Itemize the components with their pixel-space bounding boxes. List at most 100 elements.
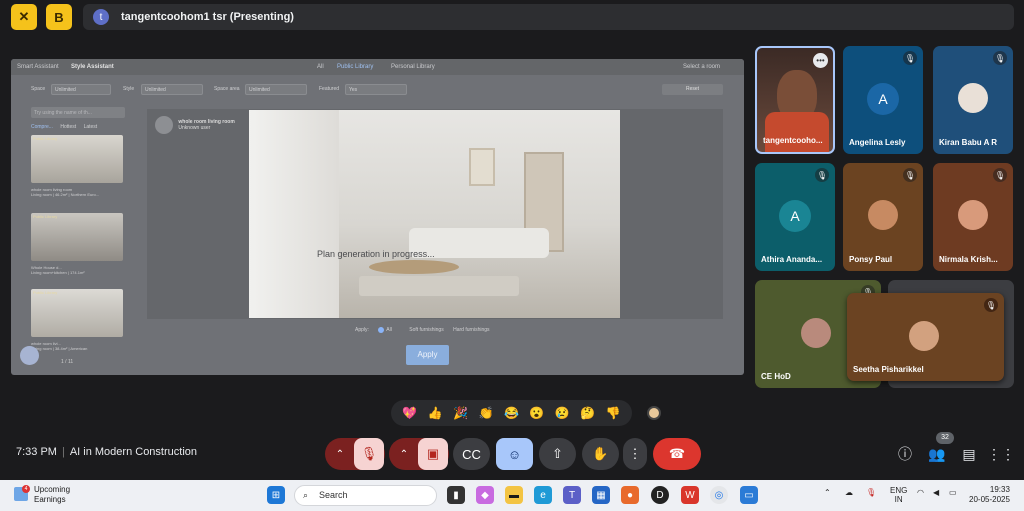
participant-tile-presenter[interactable]: ••• tangentcooho... <box>755 46 835 154</box>
more-vert-icon: ⋮ <box>628 446 642 461</box>
reaction-party[interactable]: 🎉 <box>453 406 468 420</box>
start-icon[interactable]: ⊞ <box>267 486 285 504</box>
wifi-icon[interactable]: ◠ <box>917 488 924 497</box>
leave-call-button[interactable]: ☎ <box>653 438 701 470</box>
participant-avatar: A <box>867 83 899 115</box>
weather-widget[interactable]: 4 Upcoming Earnings <box>14 485 70 505</box>
hand-icon: ✋ <box>592 446 609 461</box>
participant-avatar <box>868 200 898 230</box>
reaction-thinking[interactable]: 🤔 <box>580 406 595 420</box>
sort-options: Compre... Hottest Latest <box>31 124 103 130</box>
style-label: Style <box>123 86 135 92</box>
people-count-badge: 32 <box>936 432 954 444</box>
widget-subtitle: Earnings <box>34 495 66 504</box>
system-clock[interactable]: 19:33 20-05-2025 <box>969 485 1010 505</box>
store-icon[interactable]: ▦ <box>592 486 610 504</box>
reaction-surprised[interactable]: 😮 <box>529 406 544 420</box>
file-explorer-icon[interactable]: ▬ <box>505 486 523 504</box>
presenter-avatar: t <box>93 9 109 25</box>
reaction-sad[interactable]: 😢 <box>555 406 570 420</box>
people-icon[interactable]: 👥 <box>927 444 947 464</box>
reset-button: Reset <box>662 84 723 95</box>
more-options-icon[interactable]: ••• <box>813 53 828 68</box>
presenter-shirt <box>765 112 829 152</box>
participant-name: tangentcooho... <box>763 136 823 145</box>
more-options-button[interactable]: ⋮ <box>623 438 647 470</box>
participant-tile[interactable]: 🎙 Nirmala Krish... <box>933 163 1013 271</box>
emoji-icon: ☺ <box>507 446 522 462</box>
mic-off-icon: 🎙 <box>903 168 917 182</box>
mic-options-chevron-icon[interactable]: ⌃ <box>326 449 354 460</box>
info-icon[interactable]: ⓘ <box>895 444 915 464</box>
microphone-icon[interactable]: 🎙 <box>866 488 876 497</box>
participant-tile[interactable]: 🎙 A Angelina Lesly <box>843 46 923 154</box>
copilot-icon[interactable]: ◆ <box>476 486 494 504</box>
edge-icon[interactable]: e <box>534 486 552 504</box>
thumb-tag: Public Library <box>33 214 58 219</box>
mic-off-icon: 🎙 <box>815 168 829 182</box>
participant-tile[interactable]: 🎙 Kiran Babu A R <box>933 46 1013 154</box>
author-avatar-icon <box>155 116 173 134</box>
area-label: Space area <box>214 86 240 92</box>
cloud-icon[interactable]: ☁ <box>845 488 853 497</box>
participant-avatar <box>909 321 939 351</box>
camera-options-chevron-icon[interactable]: ⌃ <box>390 449 418 460</box>
taskbar-search[interactable]: ⌕ Search <box>294 485 437 506</box>
task-view-icon[interactable]: ▮ <box>447 486 465 504</box>
activities-icon[interactable]: ⋮⋮ <box>987 444 1015 464</box>
widget-badge: 4 <box>22 485 30 493</box>
camera-off-icon[interactable]: ✕ <box>11 4 37 30</box>
filter-row: Space Unlimited Style Unlimited Space ar… <box>11 81 744 97</box>
participant-avatar: A <box>779 200 811 232</box>
assistant-icon <box>20 346 39 365</box>
apply-soft-option: Soft furnishings <box>409 327 444 334</box>
participant-tile-floating[interactable]: 🎙 Seetha Pisharikkel <box>847 293 1004 381</box>
space-label: Space <box>31 86 46 92</box>
screen-header: Smart Assistant Style Assistant All Publ… <box>11 59 744 75</box>
mic-off-button[interactable]: 🎙 <box>354 438 384 470</box>
firefox-icon[interactable]: ● <box>621 486 639 504</box>
reaction-laugh[interactable]: 😂 <box>504 406 519 420</box>
show-hidden-icons-icon[interactable]: ⌃ <box>824 488 831 497</box>
remote-desktop-icon[interactable]: ▭ <box>740 486 758 504</box>
featured-select: Yes <box>345 84 407 95</box>
apply-label: Apply: <box>355 327 369 334</box>
present-button[interactable]: ⇧ <box>539 438 576 470</box>
reaction-thumbs-down[interactable]: 👎 <box>606 406 621 420</box>
captions-button[interactable]: CC <box>453 438 490 470</box>
design-search: Try using the name of th... <box>31 107 125 118</box>
reactions-bar: 💖 👍 🎉 👏 😂 😮 😢 🤔 👎 <box>391 400 632 426</box>
pagination: 1 / 11 <box>61 359 74 365</box>
dell-icon[interactable]: D <box>651 486 669 504</box>
sort-latest: Latest <box>83 124 98 130</box>
participant-name: Nirmala Krish... <box>939 255 998 264</box>
progress-text: Plan generation in progress... <box>317 249 435 259</box>
volume-icon[interactable]: ◀ <box>933 488 939 497</box>
participant-avatar <box>801 318 831 348</box>
language-indicator[interactable]: ENG IN <box>890 486 907 504</box>
meeting-info: 7:33 PM | AI in Modern Construction <box>16 446 197 458</box>
chrome-icon[interactable]: ◎ <box>710 486 728 504</box>
participant-tile[interactable]: 🎙 Ponsy Paul <box>843 163 923 271</box>
reaction-heart[interactable]: 💖 <box>402 406 417 420</box>
skin-tone-picker[interactable] <box>647 406 661 420</box>
reaction-clap[interactable]: 👏 <box>479 406 494 420</box>
logo-icon[interactable]: B <box>46 4 72 30</box>
participant-tile[interactable]: 🎙 A Athira Ananda... <box>755 163 835 271</box>
wps-icon[interactable]: W <box>681 486 699 504</box>
raise-hand-button[interactable]: ✋ <box>582 438 619 470</box>
emoji-button[interactable]: ☺ <box>496 438 533 470</box>
reaction-thumbs-up[interactable]: 👍 <box>428 406 443 420</box>
participant-name: Angelina Lesly <box>849 138 906 147</box>
shared-screen: Smart Assistant Style Assistant All Publ… <box>11 59 744 375</box>
apply-options: Apply: All Soft furnishings Hard furnish… <box>355 327 498 333</box>
camera-control-group: ⌃ ▣ <box>389 438 449 470</box>
design-sidebar: Try using the name of th... Compre... Ho… <box>31 107 126 369</box>
design-author: whole room living room Unknown user <box>155 116 235 134</box>
teams-icon[interactable]: T <box>563 486 581 504</box>
battery-icon[interactable]: ▭ <box>949 488 957 497</box>
design-thumbnail: Public Library <box>31 289 123 337</box>
chat-icon[interactable]: ▤ <box>959 444 979 464</box>
mic-off-icon: 🎙 <box>993 51 1007 65</box>
camera-off-button[interactable]: ▣ <box>418 438 448 470</box>
